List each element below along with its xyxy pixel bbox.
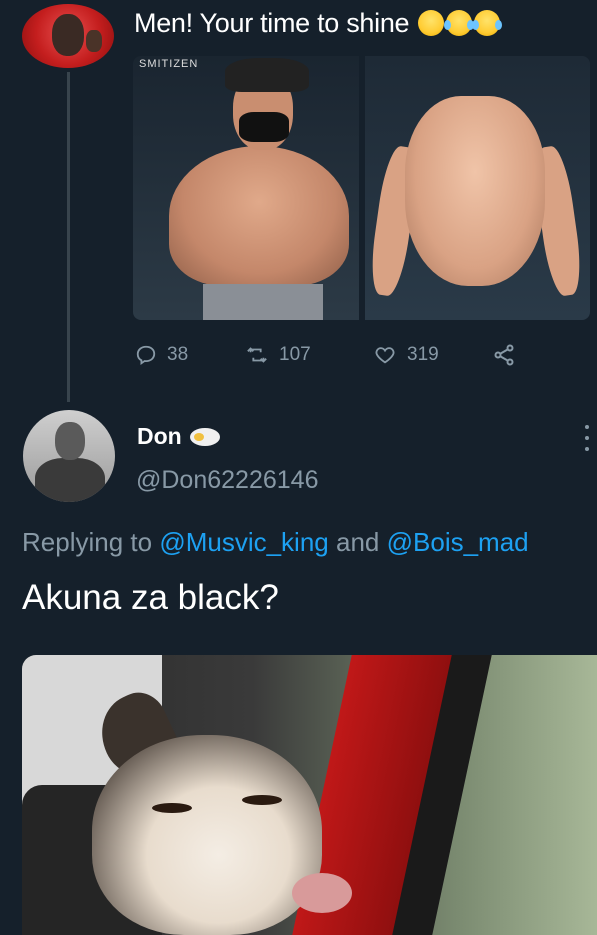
mention-link[interactable]: @Musvic_king (159, 527, 328, 557)
mention-link[interactable]: @Bois_mad (387, 527, 529, 557)
tweet-text-content: Men! Your time to shine (134, 8, 410, 38)
replying-to: Replying to @Musvic_king and @Bois_mad (22, 527, 529, 558)
display-name-text: Don (137, 423, 182, 449)
image-suit-torso (404, 96, 545, 286)
relieved-face-emoji-icon (418, 10, 445, 36)
image-figure-mask (239, 112, 289, 142)
reply-button[interactable]: 38 (135, 344, 245, 366)
image-figure-cap (225, 58, 309, 92)
user-handle[interactable]: @Don62226146 (136, 466, 318, 495)
more-options-icon[interactable] (585, 425, 589, 451)
like-button[interactable]: 319 (373, 344, 491, 366)
sheep-emoji-icon (189, 427, 220, 446)
avatar-face (52, 14, 84, 56)
avatar-hand (86, 30, 102, 52)
reply-icon (136, 345, 156, 366)
avatar-body (35, 458, 105, 502)
share-button[interactable] (491, 343, 517, 367)
avatar-head (55, 422, 85, 460)
tweet-media[interactable] (22, 655, 597, 935)
replying-conjunction: and (336, 527, 380, 557)
image-figure-pants (203, 284, 323, 320)
tweet-text: Men! Your time to shine (134, 8, 503, 39)
replying-prefix: Replying to (22, 527, 153, 557)
retweet-icon (247, 347, 267, 363)
media-image-right[interactable] (364, 56, 590, 320)
tweet-media[interactable]: SMITIZEN (133, 56, 590, 320)
image-dog-head (92, 735, 352, 935)
tweet-text: Akuna za black? (22, 578, 279, 617)
retweet-button[interactable]: 107 (245, 344, 373, 366)
image-dog-eye (242, 795, 282, 805)
like-count: 319 (407, 344, 439, 365)
image-watermark: SMITIZEN (139, 58, 199, 70)
image-dog-eye (152, 803, 192, 813)
heart-icon (375, 347, 395, 364)
tears-of-joy-emoji-icon (444, 10, 475, 36)
tears-of-joy-emoji-icon (472, 10, 503, 36)
image-dog-nose (292, 873, 352, 913)
display-name[interactable]: Don (137, 423, 220, 450)
tweet-actions: 38 107 319 (135, 340, 517, 370)
retweet-count: 107 (279, 344, 311, 365)
thread-line (67, 72, 70, 402)
media-image-left[interactable]: SMITIZEN (133, 56, 359, 320)
share-icon (494, 344, 514, 366)
image-figure-torso (169, 146, 349, 286)
avatar[interactable] (22, 4, 114, 68)
avatar[interactable] (23, 410, 115, 502)
reply-count: 38 (167, 344, 189, 365)
